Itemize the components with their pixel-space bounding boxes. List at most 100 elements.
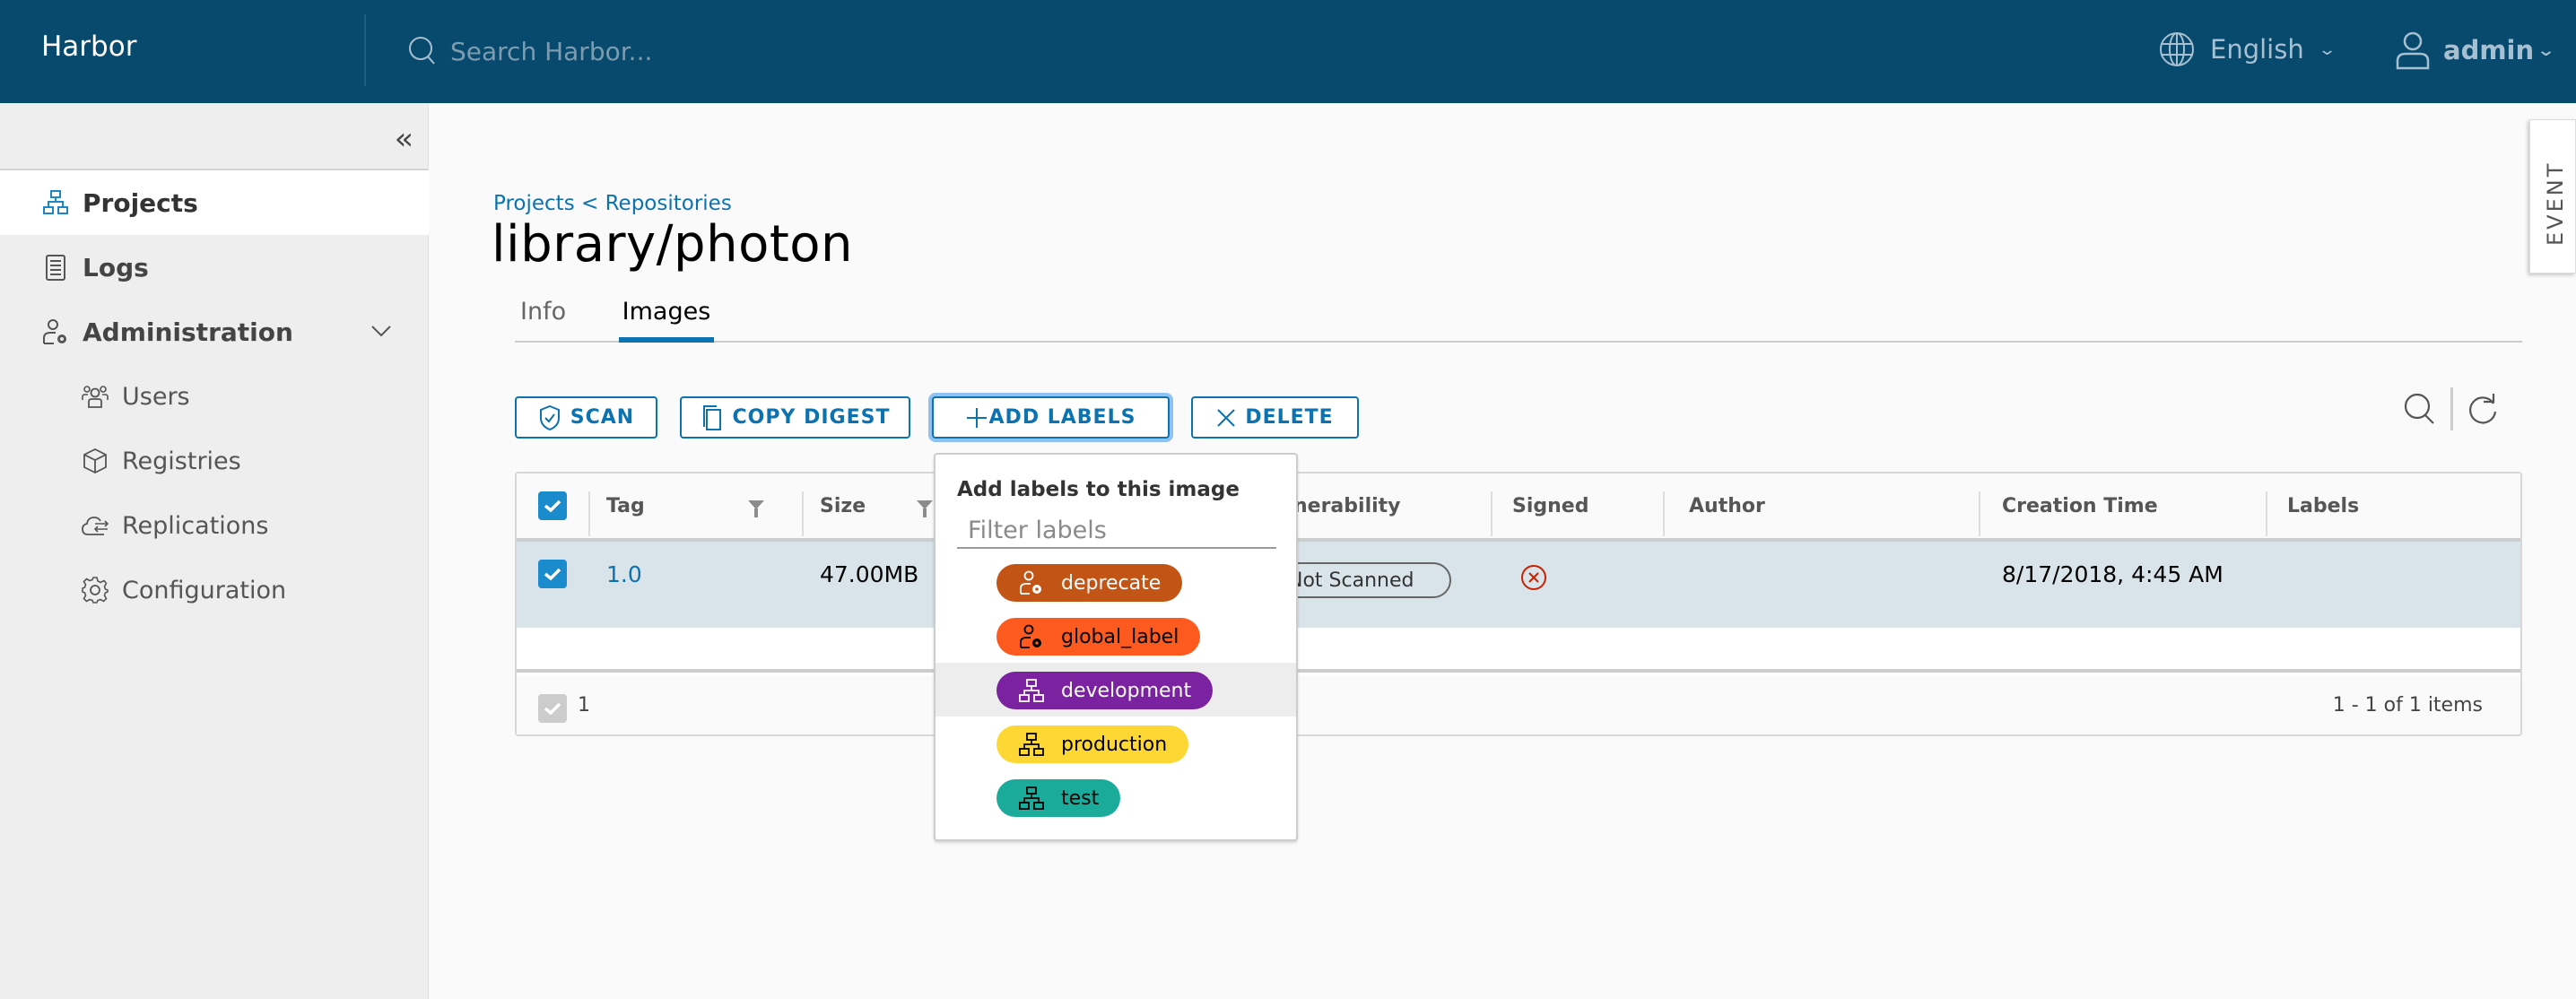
label-name: global_label bbox=[1061, 625, 1179, 648]
label-name: test bbox=[1061, 786, 1100, 810]
copy-icon bbox=[702, 404, 721, 430]
copy-digest-label: COPY DIGEST bbox=[732, 406, 891, 429]
column-header-vulnerability[interactable]: nerability bbox=[1293, 473, 1401, 538]
select-all-checkbox[interactable] bbox=[538, 491, 567, 520]
tab-info[interactable]: Info bbox=[520, 296, 574, 343]
administration-icon bbox=[43, 319, 66, 344]
sidebar-item-registries[interactable]: Registries bbox=[0, 429, 429, 493]
images-table: Tag Size nerability Signed Author Creati… bbox=[515, 472, 2522, 736]
tag-link[interactable]: 1.0 bbox=[606, 561, 642, 587]
chevron-down-icon: ⌄ bbox=[2317, 39, 2337, 59]
sidebar-item-replications[interactable]: Replications bbox=[0, 493, 429, 558]
sidebar-item-users[interactable]: Users bbox=[0, 364, 429, 429]
page-title: library/photon bbox=[492, 215, 854, 274]
collapse-sidebar-icon[interactable]: ‹‹ bbox=[395, 121, 413, 157]
pagination-text: 1 - 1 of 1 items bbox=[2332, 694, 2483, 717]
label-option[interactable]: test bbox=[936, 770, 1296, 824]
scan-label: SCAN bbox=[570, 406, 635, 429]
filter-icon[interactable] bbox=[917, 500, 933, 517]
column-divider bbox=[588, 491, 590, 536]
global-label-icon bbox=[1020, 624, 1041, 648]
tools-divider bbox=[2450, 387, 2453, 430]
column-header-labels[interactable]: Labels bbox=[2287, 473, 2359, 538]
project-label-icon bbox=[1019, 786, 1044, 810]
search-icon bbox=[409, 37, 435, 65]
column-divider bbox=[1979, 491, 1980, 536]
add-labels-dropdown: Add labels to this image deprecate globa… bbox=[934, 453, 1298, 841]
global-search[interactable] bbox=[405, 29, 988, 74]
plus-icon bbox=[966, 407, 987, 428]
vulnerability-label: Not Scanned bbox=[1288, 569, 1414, 592]
sidebar-item-label: Logs bbox=[83, 252, 149, 282]
header-divider bbox=[364, 14, 366, 86]
label-pill-deprecate: deprecate bbox=[996, 564, 1183, 602]
label-name: deprecate bbox=[1061, 571, 1162, 595]
label-option[interactable]: development bbox=[936, 663, 1296, 717]
refresh-icon[interactable] bbox=[2466, 391, 2502, 427]
projects-icon bbox=[43, 190, 68, 214]
column-header-creation-time[interactable]: Creation Time bbox=[2002, 473, 2158, 538]
brand-logo[interactable]: Harbor bbox=[41, 30, 136, 63]
chevron-down-icon: ⌄ bbox=[2537, 40, 2556, 60]
label-name: development bbox=[1061, 679, 1192, 702]
tab-bar: Info Images bbox=[515, 296, 2522, 343]
top-header: Harbor English ⌄ admin ⌄ bbox=[0, 0, 2576, 103]
dropdown-title: Add labels to this image bbox=[957, 478, 1240, 501]
search-input[interactable] bbox=[450, 36, 988, 66]
grid-tools bbox=[2402, 387, 2502, 430]
label-pill-test: test bbox=[996, 779, 1121, 817]
column-header-tag[interactable]: Tag bbox=[606, 473, 645, 538]
breadcrumb-repositories-link[interactable]: Repositories bbox=[605, 192, 732, 215]
sidebar-item-projects[interactable]: Projects bbox=[0, 170, 429, 235]
sidebar: ‹‹ Projects Logs Administration Users Re… bbox=[0, 103, 429, 999]
check-icon bbox=[544, 500, 561, 513]
table-header: Tag Size nerability Signed Author Creati… bbox=[517, 473, 2520, 542]
column-header-author[interactable]: Author bbox=[1689, 473, 1765, 538]
sidebar-item-logs[interactable]: Logs bbox=[0, 235, 429, 300]
scan-button[interactable]: SCAN bbox=[515, 396, 657, 439]
size-cell: 47.00MB bbox=[820, 561, 919, 587]
users-icon bbox=[82, 386, 109, 408]
copy-digest-button[interactable]: COPY DIGEST bbox=[680, 396, 910, 439]
label-name: production bbox=[1061, 733, 1168, 756]
filter-labels-input[interactable] bbox=[957, 513, 1276, 549]
language-label: English bbox=[2210, 34, 2304, 65]
table-row[interactable]: 1.0 47.00MB Not Scanned 8/17/2018, 4:45 … bbox=[517, 542, 2520, 628]
breadcrumb: Projects < Repositories bbox=[493, 192, 732, 215]
user-icon bbox=[2396, 31, 2430, 70]
filter-icon[interactable] bbox=[748, 500, 764, 517]
column-divider bbox=[1663, 491, 1665, 536]
breadcrumb-separator: < bbox=[581, 192, 599, 215]
creation-time-cell: 8/17/2018, 4:45 AM bbox=[2002, 561, 2224, 587]
label-option[interactable]: global_label bbox=[936, 609, 1296, 663]
delete-button[interactable]: DELETE bbox=[1191, 396, 1359, 439]
event-panel-tab[interactable]: EVENT bbox=[2529, 119, 2576, 274]
column-divider bbox=[1491, 491, 1493, 536]
column-header-signed[interactable]: Signed bbox=[1512, 473, 1588, 538]
breadcrumb-projects-link[interactable]: Projects bbox=[493, 192, 575, 215]
registries-icon bbox=[83, 447, 107, 474]
sidebar-item-configuration[interactable]: Configuration bbox=[0, 558, 429, 622]
label-option[interactable]: deprecate bbox=[936, 555, 1296, 609]
sidebar-item-administration[interactable]: Administration bbox=[0, 300, 429, 364]
check-icon bbox=[544, 702, 561, 716]
label-pill-development: development bbox=[996, 672, 1214, 709]
table-footer: 1 1 - 1 of 1 items bbox=[517, 676, 2520, 734]
selected-count: 1 bbox=[578, 694, 590, 717]
column-header-size[interactable]: Size bbox=[820, 473, 866, 538]
sidebar-item-label: Replications bbox=[122, 511, 269, 540]
language-selector[interactable]: English ⌄ bbox=[2158, 30, 2337, 68]
configuration-icon bbox=[82, 577, 109, 604]
user-menu[interactable]: admin ⌄ bbox=[2395, 30, 2556, 70]
add-labels-button[interactable]: ADD LABELS bbox=[932, 396, 1170, 439]
search-icon[interactable] bbox=[2402, 391, 2438, 427]
username: admin bbox=[2443, 35, 2535, 65]
sidebar-item-label: Projects bbox=[83, 187, 198, 218]
label-option[interactable]: production bbox=[936, 717, 1296, 770]
logs-icon bbox=[46, 255, 65, 281]
row-checkbox[interactable] bbox=[538, 560, 567, 588]
vulnerability-badge: Not Scanned bbox=[1277, 562, 1451, 598]
tab-images[interactable]: Images bbox=[619, 296, 714, 343]
shield-check-icon bbox=[539, 404, 560, 430]
label-pill-global-label: global_label bbox=[996, 618, 1201, 656]
